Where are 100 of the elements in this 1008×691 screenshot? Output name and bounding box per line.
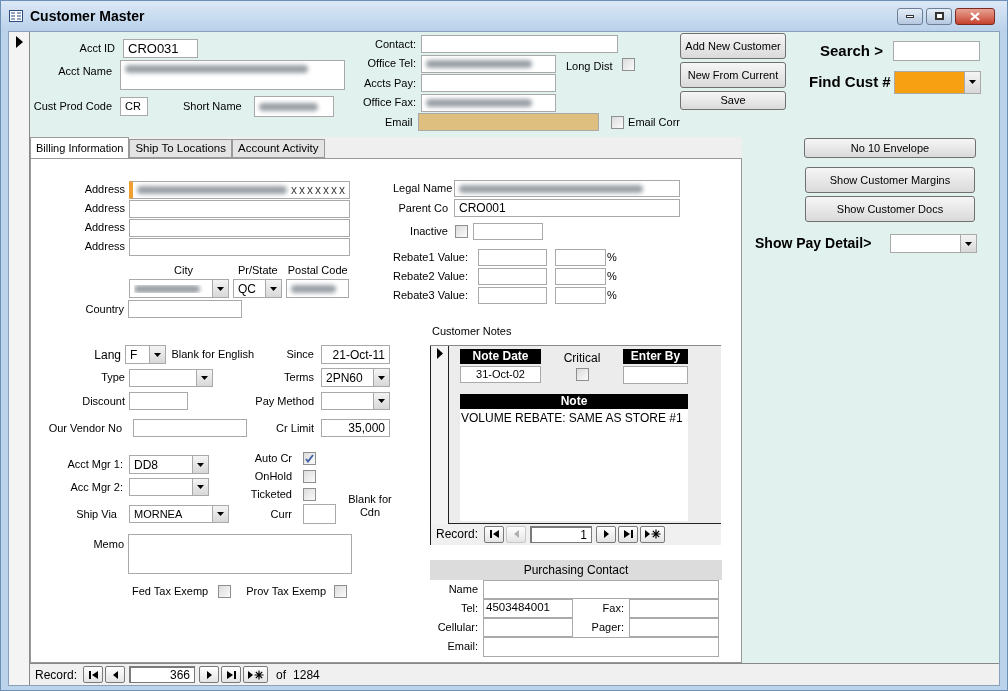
combo-box[interactable]: DD8 (129, 455, 209, 474)
text-field[interactable] (421, 93, 556, 112)
checkbox[interactable] (575, 367, 589, 381)
text-field[interactable] (129, 237, 350, 256)
command-button[interactable]: No 10 Envelope (804, 138, 976, 158)
dropdown-button[interactable] (212, 280, 228, 297)
record-nav-button[interactable] (243, 666, 269, 683)
text-field[interactable] (629, 617, 719, 637)
text-field[interactable]: 31-Oct-02 (460, 365, 541, 383)
dropdown-button[interactable] (960, 235, 976, 252)
text-field[interactable]: 35,000 (321, 419, 390, 437)
dropdown-button[interactable] (212, 506, 228, 522)
text-field[interactable] (483, 636, 719, 657)
record-label: Record: (35, 666, 78, 684)
checkbox[interactable] (334, 584, 348, 598)
dropdown-button[interactable] (963, 71, 980, 93)
record-nav-button[interactable] (83, 666, 104, 683)
text-field[interactable] (129, 199, 350, 218)
record-of-label: of (276, 666, 287, 684)
text-field[interactable] (129, 218, 350, 237)
dropdown-button[interactable] (373, 369, 389, 386)
field-label: Fed Tax Exemp (132, 584, 209, 599)
combo-box[interactable]: QC (233, 279, 282, 298)
caret-icon (201, 375, 208, 380)
close-button[interactable] (955, 7, 995, 25)
checkbox[interactable] (611, 115, 625, 129)
note-field[interactable]: VOLUME REBATE: SAME AS STORE #1 (460, 408, 688, 521)
tab[interactable]: Ship To Locations (129, 139, 232, 158)
record-nav-button[interactable] (199, 666, 220, 683)
field-label: OnHold (253, 468, 292, 484)
last-record-icon (225, 669, 237, 680)
checkbox[interactable] (303, 451, 316, 465)
text-field[interactable]: CR (120, 97, 148, 116)
text-field[interactable] (129, 392, 188, 410)
text-field[interactable] (454, 180, 680, 197)
text-field[interactable]: 4503484001 (483, 598, 573, 618)
text-field[interactable] (478, 268, 547, 285)
checkbox[interactable] (455, 225, 468, 238)
combo-box[interactable]: MORNEA (129, 505, 229, 523)
text-field[interactable] (286, 279, 349, 298)
text-field[interactable] (133, 419, 247, 437)
record-nav-button[interactable] (105, 666, 126, 683)
text-field[interactable] (623, 365, 688, 384)
text-field[interactable] (483, 617, 573, 637)
text-field[interactable] (417, 113, 600, 131)
text-field[interactable]: CRO001 (454, 199, 680, 217)
text-field[interactable] (555, 249, 606, 266)
text-field[interactable] (421, 54, 556, 73)
field-label: Ticketed (249, 486, 292, 502)
dropdown-button[interactable] (149, 346, 166, 363)
dropdown-button[interactable] (192, 456, 208, 473)
checkbox[interactable] (303, 487, 316, 501)
record-number-field[interactable]: 366 (129, 666, 196, 683)
command-button[interactable]: Save (680, 91, 786, 110)
text-field[interactable] (303, 504, 336, 524)
text-field[interactable] (483, 579, 719, 599)
command-button[interactable]: Show Customer Docs (805, 196, 975, 222)
text-field[interactable]: xxxxxxx (129, 180, 350, 199)
checkbox[interactable] (218, 584, 232, 598)
text-field[interactable] (253, 96, 334, 117)
tab[interactable]: Account Activity (232, 139, 325, 158)
text-field[interactable] (128, 300, 242, 318)
record-number-field[interactable]: 1 (530, 525, 593, 543)
memo-field[interactable] (128, 534, 352, 574)
field-label: Tel: (459, 600, 478, 616)
tab[interactable]: Billing Information (30, 137, 130, 158)
command-button[interactable]: Add New Customer (680, 33, 786, 59)
record-nav-button[interactable] (221, 666, 242, 683)
dropdown-button[interactable] (196, 369, 212, 386)
dropdown-button[interactable] (265, 280, 281, 297)
dropdown-button[interactable] (373, 393, 389, 409)
record-nav-button[interactable] (484, 525, 505, 543)
minimize-button[interactable] (897, 7, 923, 25)
restore-button[interactable] (926, 7, 952, 25)
text-field[interactable]: CRO031 (123, 39, 198, 58)
text-field[interactable] (629, 598, 719, 618)
text-field[interactable] (421, 35, 618, 53)
combo-box[interactable]: F (125, 345, 167, 364)
redacted-text (291, 284, 337, 293)
text-field[interactable] (478, 249, 547, 266)
text-field[interactable] (555, 268, 606, 285)
text-field[interactable]: 21-Oct-11 (321, 345, 390, 364)
record-nav-button[interactable] (596, 525, 617, 543)
text-field[interactable] (120, 60, 345, 90)
text-field[interactable] (473, 223, 543, 240)
text-field[interactable] (478, 287, 547, 304)
field-label: Acc Mgr 2: (69, 479, 123, 495)
record-nav-button[interactable] (640, 525, 666, 543)
search-field[interactable] (892, 41, 980, 62)
checkbox[interactable] (303, 469, 316, 483)
command-button[interactable]: Show Customer Margins (805, 167, 975, 193)
text-field[interactable] (421, 74, 556, 92)
record-selector[interactable] (430, 345, 449, 524)
combo-box[interactable]: 2PN60 (321, 368, 390, 387)
dropdown-button[interactable] (192, 479, 208, 495)
record-nav-button[interactable] (618, 525, 639, 543)
text-field[interactable] (555, 287, 606, 304)
command-button[interactable]: New From Current (680, 62, 786, 88)
field-label: Address (83, 201, 125, 217)
checkbox[interactable] (622, 58, 636, 71)
